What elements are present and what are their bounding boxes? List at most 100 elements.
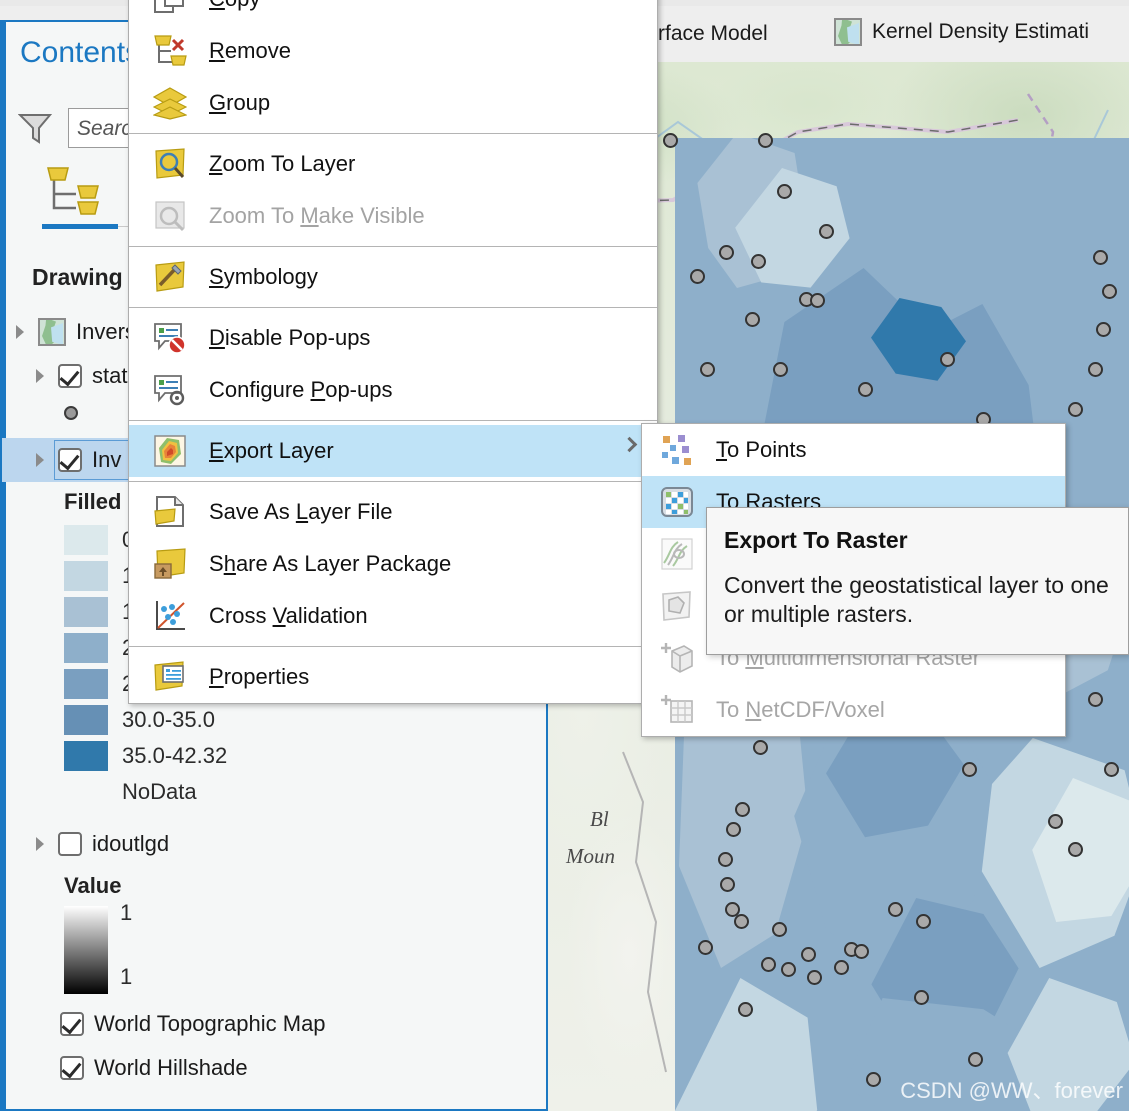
context-menu-item-cross-validation[interactable]: Cross Validation [129,590,657,642]
context-menu-item-label: Export Layer [209,438,334,463]
context-menu-item-label: Configure Pop-ups [209,377,393,402]
context-menu-item-disable-popups[interactable]: Disable Pop-ups [129,312,657,364]
context-menu-item-label: Share As Layer Package [209,551,452,576]
context-menu-item-label: Cross Validation [209,603,368,628]
legend-swatch [64,669,108,699]
context-menu-item-label: Copy [209,0,260,12]
zoom-to-layer-icon [153,147,187,181]
ribbon-item-label: rface Model [658,22,768,45]
context-menu-item-share-as-layer-package[interactable]: Share As Layer Package [129,538,657,590]
context-menu-item-zoom-to-make-visible: Zoom To Make Visible [129,190,657,242]
legend-swatch [64,705,108,735]
context-menu-item-export-layer[interactable]: Export Layer [129,425,657,477]
chevron-down-icon[interactable] [36,453,50,467]
tree-hierarchy-icon[interactable] [46,164,114,216]
layer-context-menu[interactable]: Copy Remove Group [128,0,658,704]
point-symbol-icon [64,406,78,420]
to-vector-layer-icon [660,589,694,623]
tooltip-body: Convert the geostatistical layer to one … [724,572,1109,628]
value-heading: Value [64,873,122,898]
page-title: Contents [20,36,141,69]
tab-active-underline [42,224,118,229]
ribbon-item-surface-model[interactable]: rface Model [658,22,768,46]
ribbon-item-label: Kernel Density Estimati [872,20,1090,43]
context-menu-item-save-as-layer-file[interactable]: Save As Layer File [129,486,657,538]
funnel-filter-icon[interactable] [18,112,52,144]
cross-validation-icon [153,599,187,633]
chevron-down-icon[interactable] [36,369,50,383]
context-menu-item-label: Symbology [209,264,318,289]
symbology-brush-icon [153,260,187,294]
legend-swatch [64,525,108,555]
tree-item-label: World Hillshade [94,1055,248,1080]
context-menu-separator [129,420,657,421]
to-netcdf-voxel-icon [660,693,694,727]
map-label-bl: Bl [590,807,609,831]
to-rasters-icon [660,485,694,519]
chevron-down-icon[interactable] [16,325,30,339]
tooltip-export-to-raster: Export To Raster Convert the geostatisti… [706,507,1129,655]
copy-icon [153,0,187,16]
watermark: CSDN @WW、forever [900,1078,1123,1103]
context-menu-item-configure-popups[interactable]: Configure Pop-ups [129,364,657,416]
to-multidimensional-raster-icon [660,641,694,675]
layer-visibility-checkbox[interactable] [60,1056,84,1080]
tree-item-label: stat [92,363,128,388]
context-menu-item-symbology[interactable]: Symbology [129,251,657,303]
context-menu-item-label: Remove [209,38,291,63]
tree-item-label: idoutlgd [92,831,170,856]
legend-row: 35.0-42.32 [2,738,550,774]
tree-item-label: Inv [92,447,122,472]
legend-label: 30.0-35.0 [122,707,215,732]
export-layer-icon [153,434,187,468]
tooltip-title: Export To Raster [724,527,908,553]
layer-visibility-checkbox[interactable] [58,448,82,472]
group-layers-icon [152,86,188,120]
context-menu-separator [129,646,657,647]
legend-row-nodata: NoData [2,774,550,810]
context-menu-item-label: Zoom To Make Visible [209,203,425,228]
layer-visibility-checkbox[interactable] [60,1012,84,1036]
legend-row: 30.0-35.0 [2,702,550,738]
legend-swatch [64,633,108,663]
legend-swatch [64,561,108,591]
tree-row-idoutlgd[interactable]: idoutlgd [2,822,550,866]
context-menu-separator [129,307,657,308]
context-menu-item-label: Group [209,90,271,115]
chevron-down-icon[interactable] [36,837,50,851]
properties-icon [153,660,187,694]
ribbon-item-kernel-density[interactable]: Kernel Density Estimati [834,18,1089,46]
context-menu-item-zoom-to-layer[interactable]: Zoom To Layer [129,138,657,190]
context-menu-item-copy[interactable]: Copy [129,0,657,25]
save-layer-file-icon [153,495,187,529]
tree-row-world-topographic-map[interactable]: World Topographic Map [2,1002,550,1046]
legend-swatch [64,741,108,771]
submenu-item-label: To NetCDF/Voxel [716,697,885,722]
context-menu-item-group[interactable]: Group [129,77,657,129]
legend-label: 35.0-42.32 [122,743,228,768]
value-ramp-legend: 1 1 [2,900,550,1002]
layer-visibility-checkbox[interactable] [58,364,82,388]
context-menu-item-label: Save As Layer File [209,499,393,524]
arcgis-pro-window: rface Model Kernel Density Estimati Bl M… [0,0,1129,1111]
to-points-icon [660,433,694,467]
context-menu-item-label: Zoom To Layer [209,151,356,176]
context-menu-item-remove[interactable]: Remove [129,25,657,77]
context-menu-separator [129,133,657,134]
to-contours-icon [660,537,694,571]
submenu-item-to-points[interactable]: To Points [642,424,1065,476]
context-menu-item-properties[interactable]: Properties [129,651,657,703]
submenu-item-to-netcdf-voxel: To NetCDF/Voxel [642,684,1065,736]
ramp-min-label: 1 [120,964,133,989]
submenu-item-label: To Points [716,437,807,462]
legend-label: NoData [122,779,197,804]
ramp-max-label: 1 [120,900,133,925]
layer-visibility-checkbox[interactable] [58,832,82,856]
gradient-ramp-swatch [64,906,108,994]
map-label-moun: Moun [566,844,615,868]
context-menu-separator [129,481,657,482]
tree-row-world-hillshade[interactable]: World Hillshade [2,1046,550,1090]
context-menu-item-label: Properties [209,664,310,689]
legend-swatch [64,597,108,627]
share-layer-package-icon [153,547,187,581]
